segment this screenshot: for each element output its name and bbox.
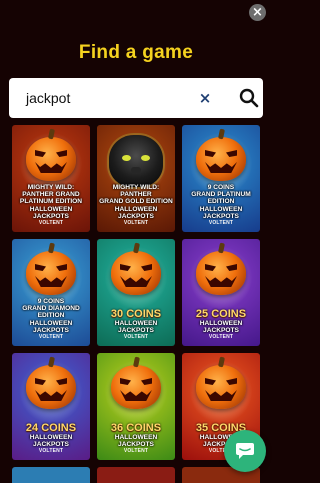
game-tile[interactable]: 9 COINS GRAND PLATINUM EDITION HALLOWEEN JAC… (182, 125, 260, 232)
pumpkin-art (26, 251, 76, 295)
game-tile[interactable]: 25 COINS HALLOWEEN JACKPOTS VOLTENT (182, 239, 260, 346)
game-grid-partial-row (12, 467, 264, 483)
game-title-line: JACKPOTS (33, 326, 69, 334)
search-box[interactable]: jackpot × (9, 78, 263, 118)
pumpkin-art (111, 251, 161, 295)
game-title: MIGHTY WILD: PANTHER GRAND PLATINUM EDITIO… (14, 182, 88, 220)
game-provider: VOLTENT (208, 220, 234, 226)
page-title: Find a game (78, 42, 194, 63)
game-title-line: EDITION (207, 198, 235, 206)
game-provider: VOLTENT (123, 448, 149, 454)
chat-icon (236, 443, 254, 459)
panther-art (109, 135, 163, 187)
game-provider: VOLTENT (38, 334, 64, 340)
game-tile[interactable]: 36 COINS HALLOWEEN JACKPOTS VOLTENT (97, 353, 175, 460)
game-provider: VOLTENT (38, 448, 64, 454)
game-title: 24 COINS HALLOWEEN JACKPOTS (14, 410, 88, 448)
game-title: 9 COINS GRAND PLATINUM EDITION HALLOWEEN JAC… (184, 182, 258, 220)
search-icon[interactable] (239, 87, 259, 109)
game-provider: VOLTENT (38, 220, 64, 226)
game-title-line: HALLOWEEN (29, 433, 73, 441)
game-tile[interactable] (12, 467, 90, 483)
game-provider: VOLTENT (123, 220, 149, 226)
game-title-line: JACKPOTS (203, 326, 239, 334)
game-title-line: HALLOWEEN (199, 319, 243, 327)
pumpkin-art (111, 365, 161, 409)
pumpkin-art (26, 137, 76, 181)
game-tile[interactable]: 30 COINS HALLOWEEN JACKPOTS VOLTENT (97, 239, 175, 346)
game-title-line: GRAND GOLD EDITION (99, 198, 173, 206)
pumpkin-art (26, 365, 76, 409)
game-provider: VOLTENT (123, 334, 149, 340)
game-tile[interactable] (97, 467, 175, 483)
game-tile[interactable]: 9 COINS GRAND DIAMOND EDITION HALLOWEEN JACK… (12, 239, 90, 346)
chat-button[interactable] (224, 430, 266, 472)
game-tile[interactable]: MIGHTY WILD: PANTHER GRAND GOLD EDITION HAL… (97, 125, 175, 232)
game-title-line: HALLOWEEN (29, 205, 73, 213)
game-title-line: JACKPOTS (118, 326, 154, 334)
game-grid: MIGHTY WILD: PANTHER GRAND PLATINUM EDITIO… (12, 125, 264, 460)
search-input[interactable]: jackpot (26, 90, 70, 106)
game-provider: VOLTENT (208, 334, 234, 340)
pumpkin-art (196, 365, 246, 409)
game-title-line: HALLOWEEN (114, 205, 158, 213)
game-title: 36 COINS HALLOWEEN JACKPOTS (99, 410, 173, 448)
game-title-line: PLATINUM EDITION (19, 198, 83, 206)
game-title-big: 36 COINS (110, 421, 162, 434)
game-title-line: HALLOWEEN (114, 433, 158, 441)
game-title-line: JACKPOTS (203, 212, 239, 220)
game-title: 25 COINS HALLOWEEN JACKPOTS (184, 296, 258, 334)
game-title-line: JACKPOTS (118, 440, 154, 448)
clear-icon[interactable]: × (198, 88, 212, 108)
game-title-line: EDITION (37, 312, 65, 320)
game-title-big: 30 COINS (110, 307, 162, 320)
game-tile[interactable]: MIGHTY WILD: PANTHER GRAND PLATINUM EDITIO… (12, 125, 90, 232)
game-title: MIGHTY WILD: PANTHER GRAND GOLD EDITION HAL… (99, 182, 173, 220)
pumpkin-art (196, 251, 246, 295)
game-title: 30 COINS HALLOWEEN JACKPOTS (99, 296, 173, 334)
game-title-line: JACKPOTS (33, 212, 69, 220)
game-tile[interactable]: 24 COINS HALLOWEEN JACKPOTS VOLTENT (12, 353, 90, 460)
game-title: 9 COINS GRAND DIAMOND EDITION HALLOWEEN JACK… (14, 296, 88, 334)
game-title-line: HALLOWEEN (114, 319, 158, 327)
pumpkin-art (196, 137, 246, 181)
game-title-line: JACKPOTS (33, 440, 69, 448)
game-title-big: 25 COINS (195, 307, 247, 320)
game-title-line: JACKPOTS (118, 212, 154, 220)
close-icon[interactable]: × (249, 4, 266, 21)
game-title-line: HALLOWEEN (29, 319, 73, 327)
game-title-line: HALLOWEEN (199, 205, 243, 213)
game-title-big: 24 COINS (25, 421, 77, 434)
